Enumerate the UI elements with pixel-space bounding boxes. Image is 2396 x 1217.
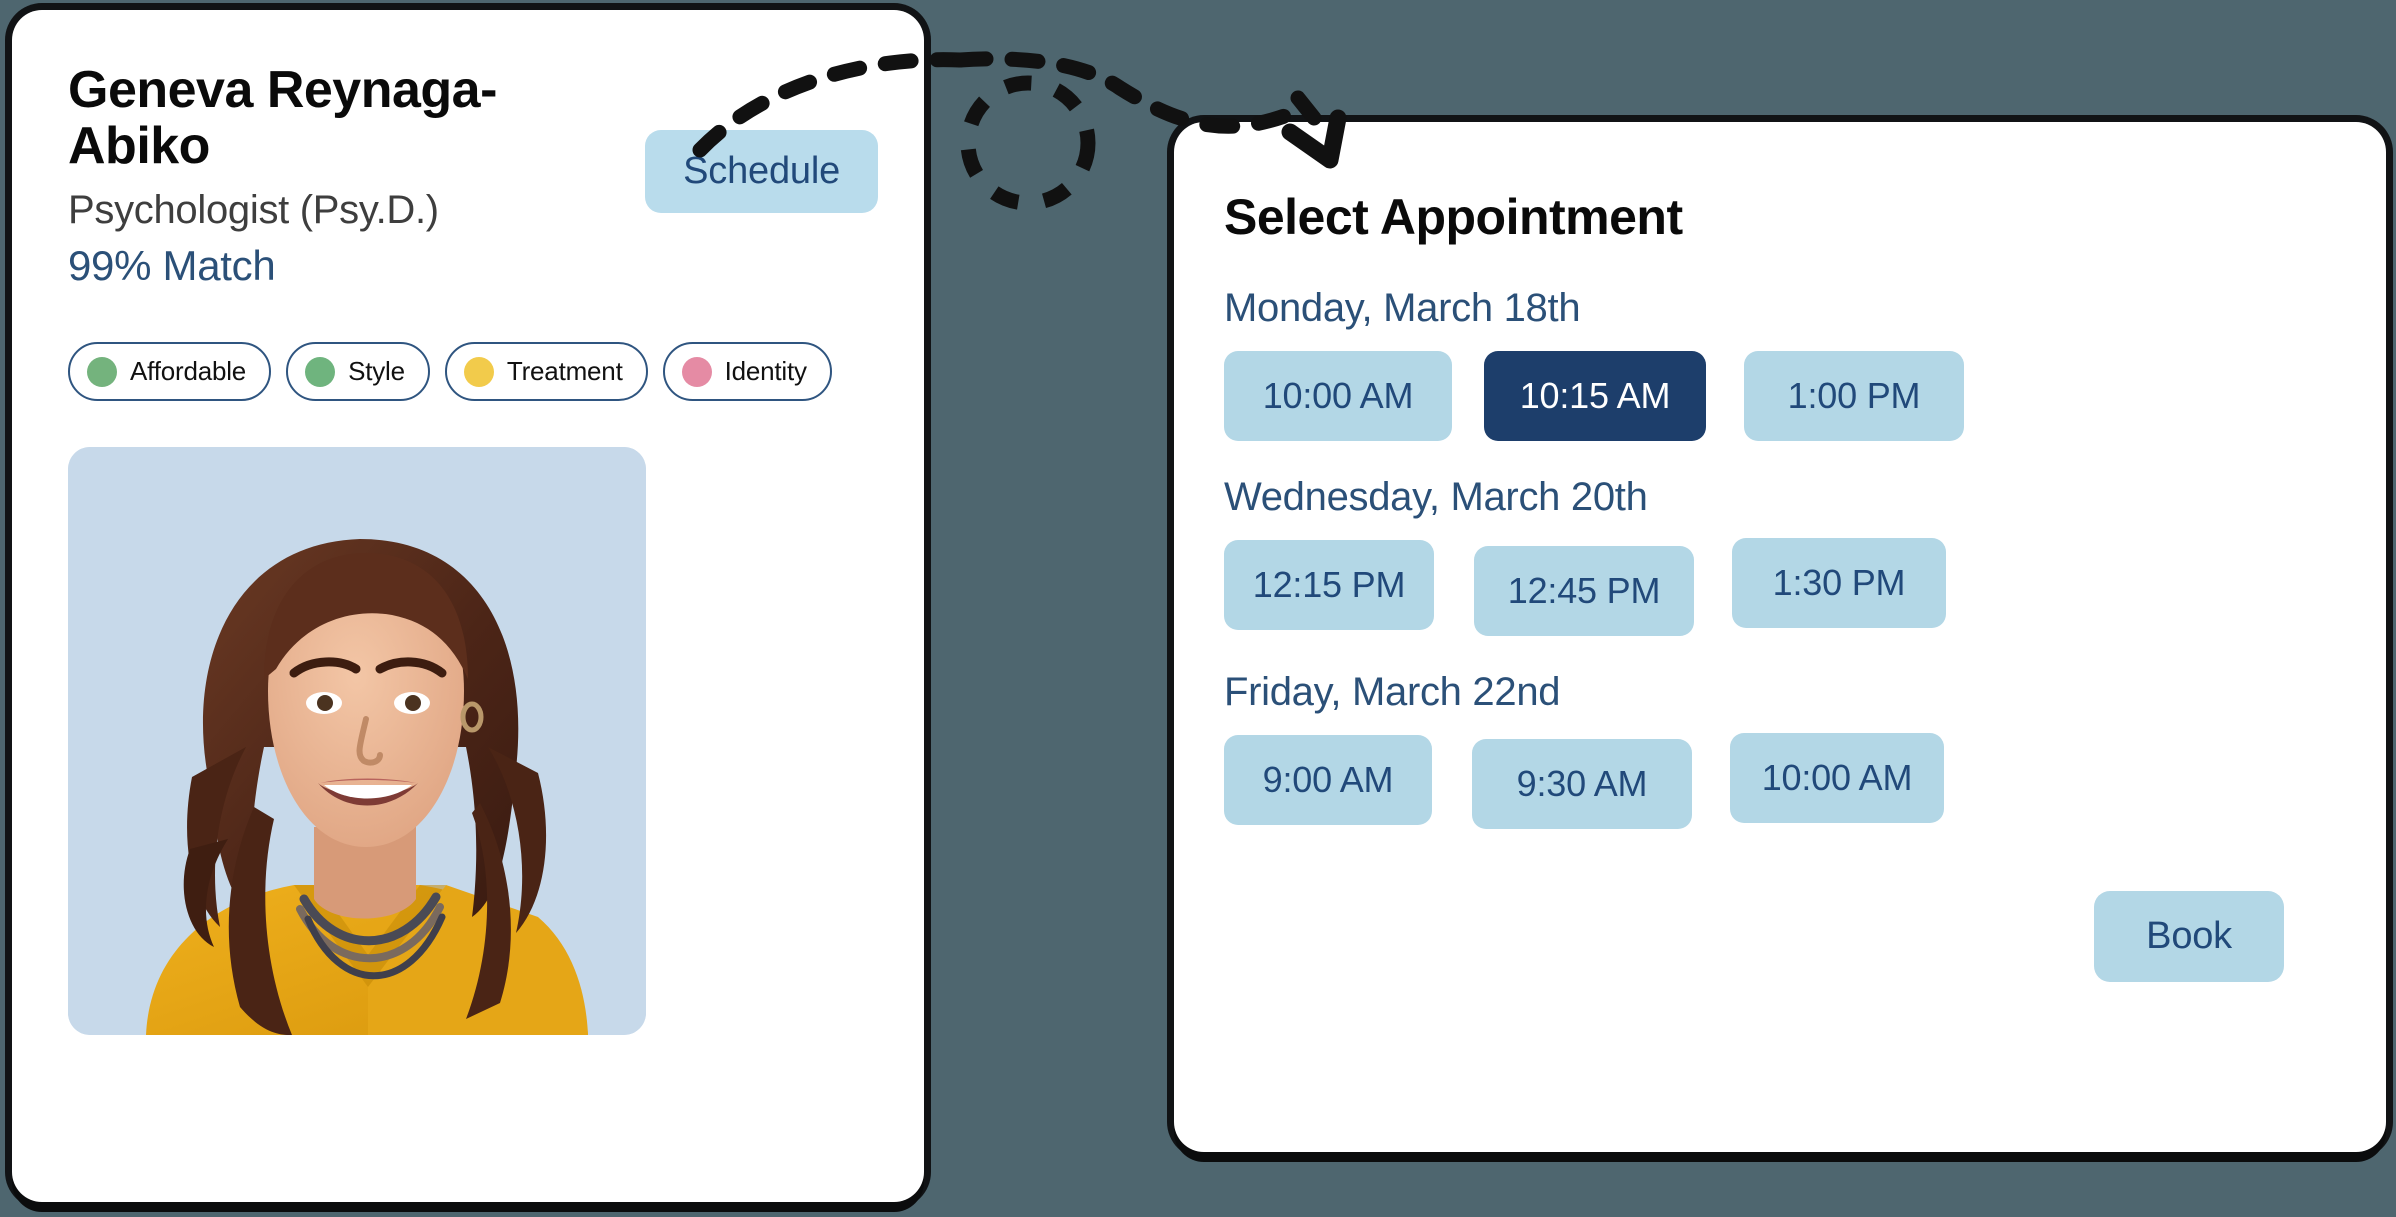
provider-photo bbox=[68, 447, 646, 1035]
time-slot[interactable]: 10:00 AM bbox=[1730, 733, 1944, 823]
provider-name: Geneva Reynaga-Abiko bbox=[68, 61, 497, 176]
tag-pill[interactable]: Identity bbox=[662, 342, 832, 401]
connector-arrowhead-tick bbox=[1290, 90, 1322, 126]
time-slot[interactable]: 9:00 AM bbox=[1224, 735, 1432, 825]
time-slot-selected[interactable]: 10:15 AM bbox=[1484, 351, 1706, 441]
time-slot[interactable]: 1:00 PM bbox=[1744, 351, 1964, 441]
day-label: Wednesday, March 20th bbox=[1224, 475, 1648, 519]
provider-header: Geneva Reynaga-Abiko Psychologist (Psy.D… bbox=[68, 61, 878, 232]
day-group-list: Monday, March 18th 10:00 AM 10:15 AM 1:00 P… bbox=[1224, 286, 2336, 829]
connector-loop bbox=[960, 75, 1096, 211]
book-button[interactable]: Book bbox=[2094, 891, 2284, 982]
book-row: Book bbox=[1224, 891, 2336, 982]
day-group: Friday, March 22nd 9:00 AM 9:30 AM 10:00 AM bbox=[1224, 670, 2336, 829]
tag-label: Affordable bbox=[130, 356, 247, 386]
tag-dot-icon bbox=[305, 356, 336, 387]
tag-dot-icon bbox=[87, 356, 117, 387]
time-slot[interactable]: 12:45 PM bbox=[1474, 546, 1694, 636]
time-slot-row: 12:15 PM 12:45 PM 1:30 PM bbox=[1224, 538, 2336, 636]
match-percentage: 99% Match bbox=[68, 242, 276, 289]
tag-pill[interactable]: Affordable bbox=[68, 342, 272, 401]
time-slot-row: 9:00 AM 9:30 AM 10:00 AM bbox=[1224, 733, 2336, 829]
day-group: Wednesday, March 20th 12:15 PM 12:45 PM 1:3… bbox=[1224, 475, 2336, 636]
schedule-button[interactable]: Schedule bbox=[645, 130, 878, 213]
tag-dot-icon bbox=[681, 356, 712, 387]
tag-list: Affordable Style Treatment Identity bbox=[68, 342, 868, 401]
connector-segment-end bbox=[952, 51, 1308, 134]
tag-label: Style bbox=[348, 356, 405, 386]
day-label: Monday, March 18th bbox=[1224, 286, 1581, 330]
time-slot[interactable]: 10:00 AM bbox=[1224, 351, 1452, 441]
tag-pill[interactable]: Treatment bbox=[444, 342, 648, 401]
tag-pill[interactable]: Style bbox=[286, 342, 430, 401]
screen: Geneva Reynaga-Abiko Psychologist (Psy.D… bbox=[0, 0, 2396, 1217]
appointment-panel: Select Appointment Monday, March 18th 10:… bbox=[1174, 122, 2386, 1152]
provider-portrait-illustration bbox=[68, 447, 646, 1035]
time-slot-row: 10:00 AM 10:15 AM 1:00 PM bbox=[1224, 351, 2336, 441]
day-label: Friday, March 22nd bbox=[1224, 670, 1561, 714]
panel-title: Select Appointment bbox=[1224, 189, 1683, 245]
time-slot[interactable]: 9:30 AM bbox=[1472, 739, 1692, 829]
tag-dot-icon bbox=[463, 356, 494, 387]
tag-label: Identity bbox=[724, 356, 807, 386]
provider-card: Geneva Reynaga-Abiko Psychologist (Psy.D… bbox=[12, 10, 924, 1202]
time-slot[interactable]: 12:15 PM bbox=[1224, 540, 1434, 630]
tag-label: Treatment bbox=[506, 356, 623, 386]
time-slot[interactable]: 1:30 PM bbox=[1732, 538, 1946, 628]
day-group: Monday, March 18th 10:00 AM 10:15 AM 1:00 P… bbox=[1224, 286, 2336, 441]
